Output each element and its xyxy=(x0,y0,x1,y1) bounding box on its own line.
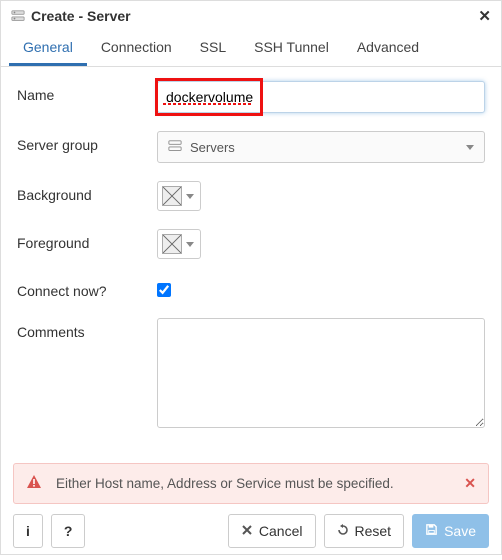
help-icon: ? xyxy=(64,523,73,539)
color-swatch-none-icon xyxy=(162,186,182,206)
tab-advanced[interactable]: Advanced xyxy=(343,29,433,66)
tab-general[interactable]: General xyxy=(9,29,87,66)
connect-now-label: Connect now? xyxy=(17,277,157,299)
foreground-color-picker[interactable] xyxy=(157,229,201,259)
error-alert: Either Host name, Address or Service mus… xyxy=(13,463,489,504)
tab-ssl[interactable]: SSL xyxy=(186,29,240,66)
button-label: Save xyxy=(444,523,476,539)
server-group-select[interactable]: Servers xyxy=(157,131,485,163)
alert-message: Either Host name, Address or Service mus… xyxy=(56,476,394,491)
server-group-value: Servers xyxy=(190,140,235,155)
dialog-title: Create - Server xyxy=(31,8,131,24)
color-swatch-none-icon xyxy=(162,234,182,254)
chevron-down-icon xyxy=(186,194,194,199)
tab-connection[interactable]: Connection xyxy=(87,29,186,66)
background-color-picker[interactable] xyxy=(157,181,201,211)
alert-dismiss-icon[interactable]: ✕ xyxy=(464,475,476,492)
comments-textarea[interactable] xyxy=(157,318,485,428)
tab-bar: General Connection SSL SSH Tunnel Advanc… xyxy=(1,29,501,67)
help-button[interactable]: ? xyxy=(51,514,86,548)
info-button[interactable]: i xyxy=(13,514,43,548)
server-group-label: Server group xyxy=(17,131,157,153)
tab-label: Connection xyxy=(101,39,172,55)
cancel-icon xyxy=(241,523,253,539)
server-icon xyxy=(11,9,25,23)
chevron-down-icon xyxy=(466,145,474,150)
save-icon xyxy=(425,523,438,539)
tab-ssh-tunnel[interactable]: SSH Tunnel xyxy=(240,29,343,66)
tab-label: Advanced xyxy=(357,39,419,55)
tab-label: General xyxy=(23,39,73,55)
warning-icon xyxy=(26,474,42,493)
cancel-button[interactable]: Cancel xyxy=(228,514,316,548)
reset-icon xyxy=(337,523,349,539)
chevron-down-icon xyxy=(186,242,194,247)
tab-label: SSH Tunnel xyxy=(254,39,329,55)
comments-label: Comments xyxy=(17,318,157,340)
tab-label: SSL xyxy=(200,39,226,55)
button-label: Cancel xyxy=(259,523,303,539)
name-input[interactable] xyxy=(157,81,485,113)
info-icon: i xyxy=(26,523,30,539)
servers-group-icon xyxy=(168,139,182,156)
name-label: Name xyxy=(17,81,157,103)
reset-button[interactable]: Reset xyxy=(324,514,405,548)
connect-now-checkbox[interactable] xyxy=(157,283,171,297)
save-button[interactable]: Save xyxy=(412,514,489,548)
button-label: Reset xyxy=(355,523,392,539)
foreground-label: Foreground xyxy=(17,229,157,251)
close-icon[interactable]: ✕ xyxy=(478,7,491,25)
background-label: Background xyxy=(17,181,157,203)
